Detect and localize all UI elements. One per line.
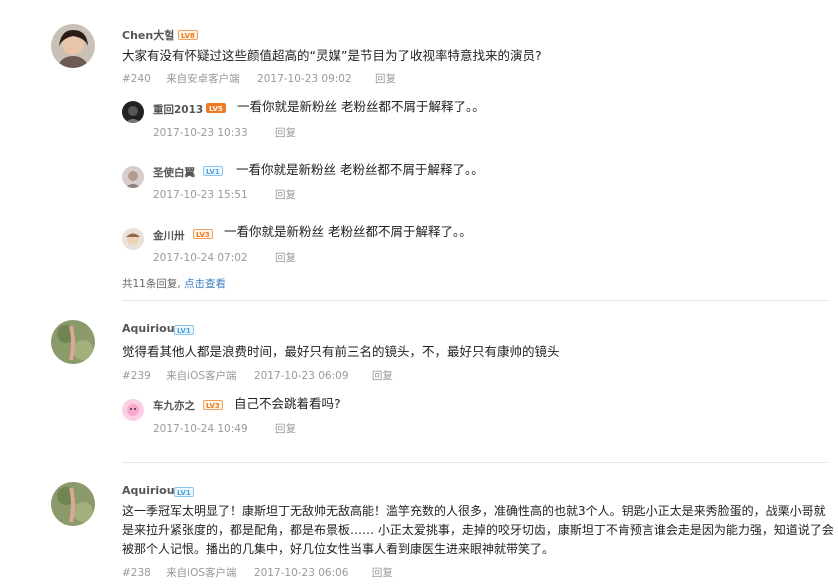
comment-username[interactable]: Aquiriou [122, 322, 175, 335]
comment-text: 觉得看其他人都是浪费时间，最好只有前三名的镜头，不，最好只有康帅的镜头 [122, 344, 560, 359]
level-badge: LV1 [174, 487, 194, 497]
avatar[interactable] [51, 24, 95, 68]
reply-button[interactable]: 回复 [275, 423, 296, 435]
avatar[interactable] [122, 101, 144, 123]
comment-source: 来自安卓客户端 [166, 73, 240, 85]
reply-time: 2017-10-23 10:33 [153, 127, 248, 139]
level-badge: LV1 [203, 166, 223, 176]
replies-count: 共11条回复, [122, 278, 181, 290]
reply-username[interactable]: 金川卅 [153, 228, 185, 243]
avatar[interactable] [122, 399, 144, 421]
comment-meta: #238 来自iOS客户端 2017-10-23 06:06 回复 [122, 565, 393, 580]
avatar[interactable] [51, 482, 95, 526]
reply-text: 自己不会跳着看吗? [234, 396, 341, 411]
comment-text: 大家有没有怀疑过这些颜值超高的“灵媒”是节目为了收视率特意找来的演员? [122, 48, 542, 63]
reply-button[interactable]: 回复 [275, 127, 296, 139]
comment-meta: #240 来自安卓客户端 2017-10-23 09:02 回复 [122, 71, 396, 86]
comment-username[interactable]: Aquiriou [122, 484, 175, 497]
reply-time: 2017-10-23 15:51 [153, 189, 248, 201]
comment-source: 来自iOS客户端 [166, 567, 237, 579]
reply-meta: 2017-10-23 15:51 回复 [153, 187, 296, 202]
reply-time: 2017-10-24 10:49 [153, 423, 248, 435]
view-replies-link[interactable]: 点击查看 [184, 278, 226, 290]
reply-time: 2017-10-24 07:02 [153, 252, 248, 264]
divider [122, 300, 828, 301]
reply-username[interactable]: 重回2013 [153, 102, 203, 117]
reply-button[interactable]: 回复 [275, 189, 296, 201]
comment-time: 2017-10-23 06:06 [253, 567, 349, 579]
reply-text: 一看你就是新粉丝 老粉丝都不屑于解释了。。 [224, 224, 472, 239]
reply-username[interactable]: 车九亦之 [153, 398, 195, 413]
reply-text: 一看你就是新粉丝 老粉丝都不屑于解释了。。 [236, 162, 484, 177]
floor-number: #239 [122, 370, 151, 382]
avatar[interactable] [122, 228, 144, 250]
floor-number: #240 [122, 73, 151, 85]
avatar[interactable] [122, 166, 144, 188]
level-badge: LV1 [174, 325, 194, 335]
level-badge: LV3 [193, 229, 213, 239]
reply-button[interactable]: 回复 [372, 370, 393, 382]
level-badge: LV5 [206, 103, 226, 113]
replies-summary: 共11条回复, 点击查看 [122, 276, 226, 291]
level-badge: LV8 [178, 30, 198, 40]
comment-meta: #239 来自iOS客户端 2017-10-23 06:09 回复 [122, 368, 393, 383]
reply-meta: 2017-10-24 07:02 回复 [153, 250, 296, 265]
level-badge: LV3 [203, 400, 223, 410]
floor-number: #238 [122, 567, 151, 579]
reply-meta: 2017-10-23 10:33 回复 [153, 125, 296, 140]
divider [122, 462, 828, 463]
reply-meta: 2017-10-24 10:49 回复 [153, 421, 296, 436]
comment-text: 这一季冠军太明显了！康斯坦丁无敌帅无敌高能！滥竽充数的人很多，准确性高的也就3个… [122, 504, 834, 556]
reply-button[interactable]: 回复 [375, 73, 396, 85]
comment-time: 2017-10-23 09:02 [257, 73, 352, 85]
comment-time: 2017-10-23 06:09 [253, 370, 349, 382]
reply-button[interactable]: 回复 [372, 567, 393, 579]
reply-username[interactable]: 圣使白翼 [153, 165, 195, 180]
reply-button[interactable]: 回复 [275, 252, 296, 264]
reply-text: 一看你就是新粉丝 老粉丝都不屑于解释了。。 [237, 99, 485, 114]
comment-username[interactable]: Chen大헐 [122, 27, 174, 43]
comment-source: 来自iOS客户端 [166, 370, 237, 382]
avatar[interactable] [51, 320, 95, 364]
